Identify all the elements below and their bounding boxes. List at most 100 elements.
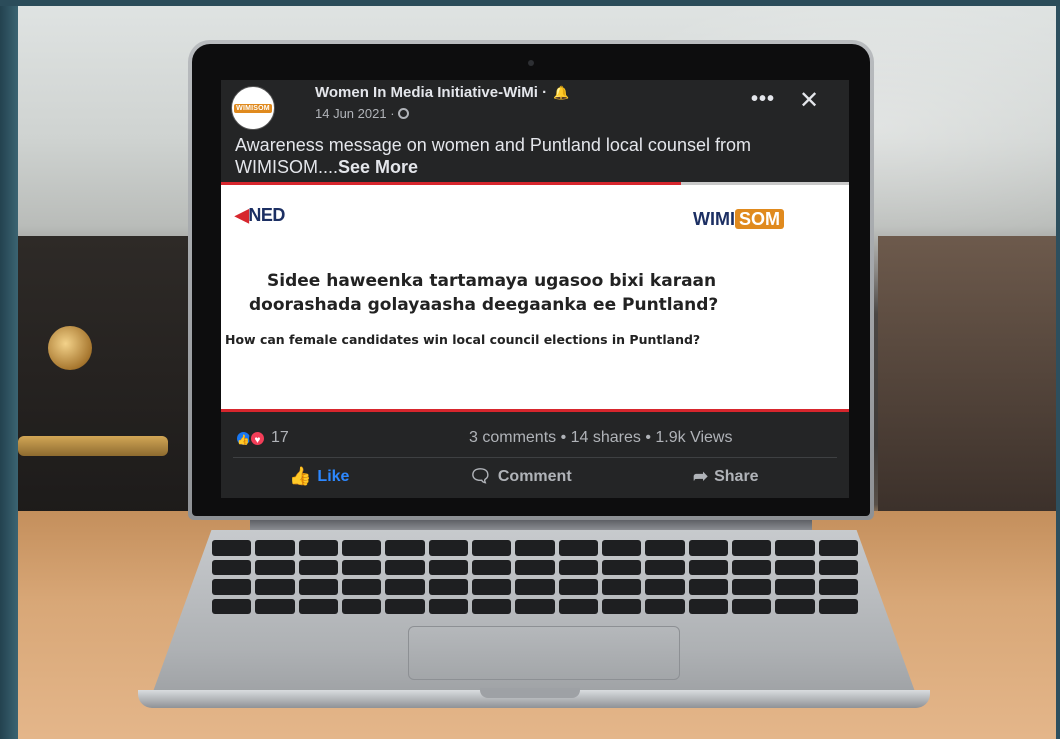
keyboard-key [731, 598, 772, 614]
keyboard-key [731, 559, 772, 575]
kitchen-counter-left [18, 236, 208, 516]
keyboard-key [298, 559, 338, 575]
image-top-bar [681, 182, 849, 185]
webcam-icon [528, 60, 534, 66]
ned-logo-mark: ◀ [235, 205, 249, 225]
post-image[interactable]: ◀NED WIMI SOM Sidee haweenka tartamaya ug… [221, 182, 849, 412]
keyboard-key [515, 579, 555, 595]
meta-separator: · [390, 106, 395, 121]
keyboard-key [558, 559, 598, 575]
keyboard-key [298, 598, 338, 614]
avatar[interactable]: WIMISOM [231, 86, 275, 130]
keyboard-key [212, 559, 252, 575]
see-more-link[interactable]: See More [338, 157, 418, 177]
keyboard-key [645, 540, 685, 556]
keyboard-key [601, 598, 642, 614]
laptop-bezel: WIMISOM Women In Media Initiative-WiMi ·… [192, 44, 870, 516]
frame-border-top [0, 0, 1060, 6]
author-separator: · [542, 84, 548, 101]
keyboard-key [645, 579, 685, 595]
keyboard-key [385, 540, 425, 556]
wimi-logo-text: WIMI [693, 209, 735, 229]
frame-border-left [0, 0, 18, 739]
keyboard-key [212, 540, 252, 556]
keyboard-key [341, 579, 382, 595]
kitchen-counter-right [878, 236, 1056, 516]
keyboard-key [255, 579, 295, 595]
share-arrow-icon: ➦ [693, 466, 709, 486]
post-meta: 14 Jun 2021 · [315, 106, 410, 121]
keyboard-key [341, 598, 382, 614]
comment-label: Comment [497, 468, 572, 485]
keyboard-key [471, 598, 512, 614]
keyboard-key [731, 540, 772, 556]
keyboard-key [775, 579, 815, 595]
stove-handle [18, 436, 168, 456]
post-date[interactable]: 14 Jun 2021 [315, 106, 387, 121]
keyboard-key [688, 559, 728, 575]
engagement-counts[interactable]: 3 comments • 14 shares • 1.9k Views [469, 429, 732, 447]
more-options-button[interactable]: ••• [751, 88, 775, 111]
heart-icon: ♥ [249, 430, 266, 447]
keyboard-key [341, 559, 382, 575]
keyboard-key [601, 559, 642, 575]
keyboard-key [688, 540, 728, 556]
author-label: Women In Media Initiative-WiMi [315, 84, 538, 101]
keyboard-key [818, 579, 858, 595]
thumbs-up-icon: 👍 [289, 466, 312, 486]
globe-icon [398, 108, 410, 119]
reaction-count[interactable]: 17 [271, 429, 289, 447]
share-label: Share [714, 468, 759, 485]
facebook-post: WIMISOM Women In Media Initiative-WiMi ·… [221, 80, 849, 498]
keyboard-key [515, 559, 555, 575]
keyboard-key [775, 598, 815, 614]
keyboard-key [385, 559, 425, 575]
keyboard-key [385, 598, 425, 614]
keyboard-key [688, 598, 728, 614]
keyboard-key [775, 559, 815, 575]
keyboard-key [255, 559, 295, 575]
post-header: WIMISOM Women In Media Initiative-WiMi ·… [221, 80, 849, 132]
bell-icon: 🔔 [553, 85, 570, 100]
image-text-english: How can female candidates win local coun… [225, 332, 701, 347]
laptop-notch [480, 688, 580, 698]
keyboard-key [731, 579, 772, 595]
keyboard-key [428, 598, 468, 614]
keyboard-key [818, 540, 858, 556]
keyboard-key [471, 559, 512, 575]
trackpad [408, 626, 680, 680]
author-name[interactable]: Women In Media Initiative-WiMi · 🔔 [315, 84, 569, 101]
keyboard-key [558, 598, 598, 614]
image-text-somali-line2: doorashada golayaasha deegaanka ee Puntl… [249, 295, 719, 315]
keyboard-key [688, 579, 728, 595]
keyboard-key [601, 540, 642, 556]
keyboard [212, 540, 858, 614]
keyboard-key [818, 559, 858, 575]
like-label: Like [317, 468, 350, 485]
comment-bubble-icon: 🗨 [469, 466, 492, 486]
ned-logo-text: NED [248, 205, 285, 225]
keyboard-key [515, 540, 555, 556]
like-button[interactable]: 👍 Like [289, 466, 349, 487]
share-button[interactable]: ➦ Share [693, 466, 759, 487]
keyboard-key [341, 540, 382, 556]
keyboard-key [298, 540, 338, 556]
keyboard-key [645, 598, 685, 614]
post-stats: 👍 ♥ 17 3 comments • 14 shares • 1.9k Vie… [221, 420, 849, 458]
ned-logo: ◀NED [235, 205, 285, 226]
post-caption: Awareness message on women and Puntland … [235, 134, 835, 178]
keyboard-key [428, 579, 468, 595]
keyboard-key [645, 559, 685, 575]
keyboard-key [428, 559, 468, 575]
keyboard-key [601, 579, 642, 595]
keyboard-key [212, 579, 252, 595]
close-button[interactable]: ✕ [799, 86, 819, 115]
keyboard-key [515, 598, 555, 614]
keyboard-key [775, 540, 815, 556]
keyboard-key [255, 540, 295, 556]
comment-button[interactable]: 🗨 Comment [469, 466, 572, 487]
som-logo-text: SOM [735, 209, 785, 229]
keyboard-key [558, 579, 598, 595]
laptop-lid: WIMISOM Women In Media Initiative-WiMi ·… [188, 40, 874, 520]
avatar-logo: WIMISOM [234, 103, 272, 113]
